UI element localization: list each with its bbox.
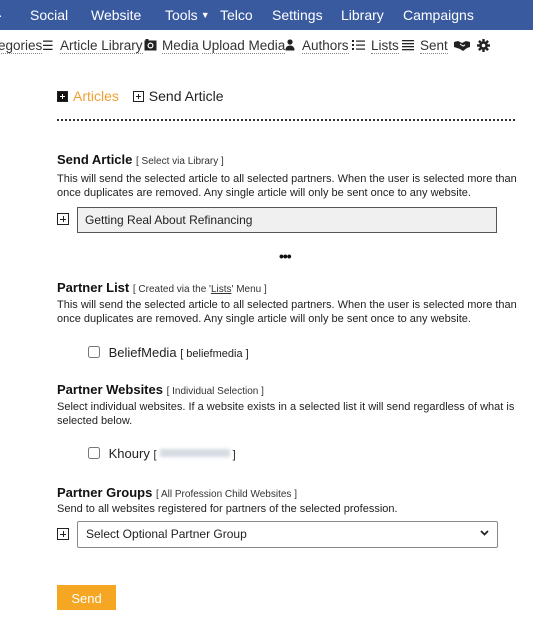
nav-item-tools[interactable]: Tools ▼ (165, 7, 210, 23)
caret-down-icon: ▼ (200, 10, 210, 20)
plus-square-icon (132, 91, 144, 102)
send-article-description: This will send the selected article to a… (57, 173, 517, 199)
nav-item-truncated[interactable]: · (0, 7, 3, 23)
partner-websites-heading: Partner Websites (57, 382, 163, 397)
handshake-icon[interactable] (454, 39, 470, 54)
media-link[interactable]: Media (162, 39, 199, 54)
partner-groups-heading: Partner Groups (57, 485, 153, 500)
camera-icon (144, 39, 157, 56)
partner-website-item-name: Khoury (108, 446, 150, 461)
dotted-divider (57, 119, 515, 121)
send-article-title: Send Article [ Select via Library ] (57, 152, 224, 167)
partner-list-checkbox[interactable] (88, 346, 100, 358)
article-tabs: Articles Send Article (57, 88, 224, 104)
tab-send-article[interactable]: Send Article (149, 88, 224, 104)
partner-website-item[interactable]: Khoury [ ] (88, 446, 236, 461)
slug-open: [ (153, 449, 157, 461)
add-partner-group-icon[interactable] (57, 528, 69, 540)
partner-list-heading: Partner List (57, 280, 130, 295)
sent-list-icon (402, 39, 414, 54)
partner-group-select[interactable]: Select Optional Partner Group (77, 521, 498, 548)
partner-groups-title: Partner Groups [ All Profession Child We… (57, 485, 297, 500)
categories-link[interactable]: egories (0, 39, 43, 54)
chevron-down-icon (480, 522, 489, 547)
partner-websites-description: Select individual websites. If a website… (57, 401, 515, 427)
nav-item-tools-label: Tools (165, 7, 198, 23)
hint-suffix: ' Menu ] (231, 284, 267, 295)
nav-item-library[interactable]: Library (341, 7, 384, 23)
user-icon (285, 39, 295, 54)
tab-articles[interactable]: Articles (73, 88, 119, 104)
lists-menu-link[interactable]: Lists (211, 284, 232, 295)
article-library-link[interactable]: Article Library (60, 39, 143, 54)
partner-group-select-value: Select Optional Partner Group (86, 527, 247, 541)
partner-websites-hint: [ Individual Selection ] (166, 386, 264, 397)
more-options-icon[interactable]: ••• (279, 248, 292, 264)
authors-link[interactable]: Authors (302, 39, 349, 54)
nav-item-social[interactable]: Social (30, 7, 68, 23)
slug-close: ] (232, 449, 236, 461)
sub-nav: egories ☰ Article Library Media Upload M… (0, 37, 560, 57)
list-icon (352, 39, 365, 54)
menu-icon: ☰ (42, 38, 54, 53)
send-article-heading: Send Article (57, 152, 133, 167)
partner-list-item[interactable]: BeliefMedia [ beliefmedia ] (88, 345, 249, 360)
partner-website-item-slug: [ ] (153, 449, 236, 461)
partner-groups-hint: [ All Profession Child Websites ] (155, 489, 297, 500)
article-input[interactable]: Getting Real About Refinancing (77, 207, 497, 233)
redacted-domain (159, 449, 230, 457)
partner-list-hint: [ Created via the 'Lists' Menu ] (133, 284, 267, 295)
upload-media-link[interactable]: Upload Media (202, 39, 286, 54)
lists-link[interactable]: Lists (371, 39, 399, 54)
sent-link[interactable]: Sent (420, 39, 448, 54)
partner-list-item-name: BeliefMedia (108, 345, 177, 360)
add-article-icon[interactable] (57, 213, 69, 225)
nav-item-settings[interactable]: Settings (272, 7, 323, 23)
partner-list-description: This will send the selected article to a… (57, 299, 517, 325)
nav-item-telco[interactable]: Telco (220, 7, 253, 23)
top-nav: · Social Website Tools▼ Telco Settings L… (0, 0, 533, 30)
nav-item-website[interactable]: Website (91, 7, 141, 23)
hint-prefix: [ Created via the ' (132, 284, 211, 295)
partner-website-checkbox[interactable] (88, 447, 100, 459)
send-button[interactable]: Send (57, 585, 116, 610)
plus-square-filled-icon (57, 91, 68, 102)
gear-icon[interactable] (477, 39, 490, 55)
nav-item-campaigns[interactable]: Campaigns (403, 7, 474, 23)
partner-list-item-slug: [ beliefmedia ] (180, 348, 249, 360)
partner-list-title: Partner List [ Created via the 'Lists' M… (57, 280, 267, 295)
partner-groups-description: Send to all websites registered for part… (57, 503, 398, 515)
partner-websites-title: Partner Websites [ Individual Selection … (57, 382, 264, 397)
send-article-hint: [ Select via Library ] (136, 156, 224, 167)
